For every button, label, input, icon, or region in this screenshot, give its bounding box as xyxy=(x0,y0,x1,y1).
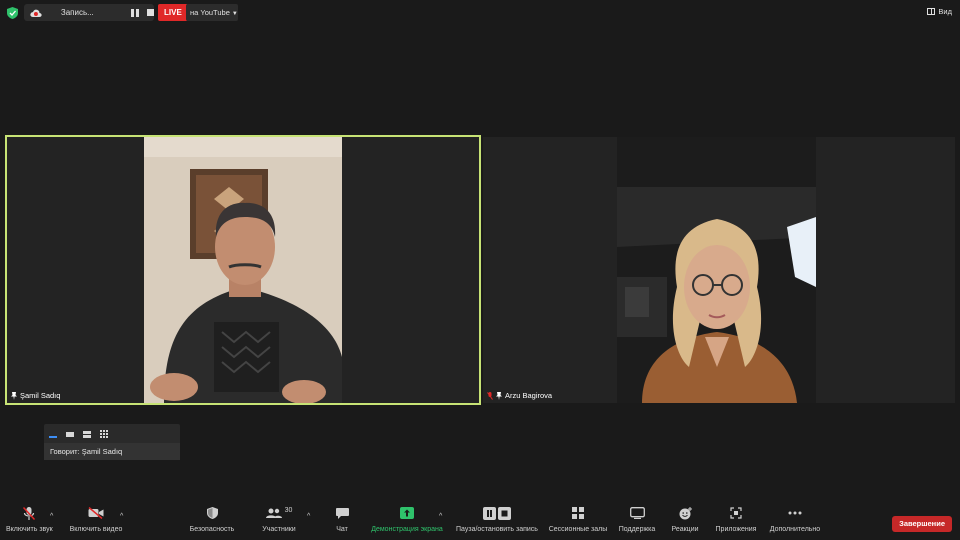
unmute-button[interactable]: Включить звук xyxy=(6,505,53,533)
pin-icon xyxy=(11,391,17,400)
pause-recording-button[interactable] xyxy=(131,8,140,17)
reactions-label: Реакции xyxy=(671,526,699,533)
participants-icon xyxy=(265,508,282,518)
stream-target-dropdown[interactable]: на YouTube ▼ xyxy=(186,4,238,21)
participants-label: Участники xyxy=(262,526,296,533)
view-button[interactable]: Вид xyxy=(927,7,952,16)
chevron-down-icon: ▼ xyxy=(231,11,238,17)
mic-muted-icon xyxy=(23,506,36,520)
grid-view-icon xyxy=(927,8,936,15)
participants-button[interactable]: 30 Участники xyxy=(261,505,297,534)
audio-options-caret[interactable]: ^ xyxy=(50,513,53,520)
pause-stop-recording-button[interactable]: Пауза/остановить запись xyxy=(454,505,540,533)
speaker-view-panel: Говорит: Şamil Sadıq xyxy=(44,424,180,460)
pin-icon xyxy=(496,391,502,400)
apps-label: Приложения xyxy=(715,526,757,533)
shield-icon[interactable] xyxy=(7,7,18,19)
more-label: Дополнительно xyxy=(769,526,821,533)
minimize-layout-icon[interactable] xyxy=(49,435,57,438)
view-label: Вид xyxy=(938,7,952,16)
breakout-rooms-button[interactable]: Сессионные залы xyxy=(548,505,608,533)
recording-label: Запись... xyxy=(60,8,94,17)
participants-count: 30 xyxy=(284,506,293,514)
recording-indicator: Запись... xyxy=(24,4,155,21)
share-options-caret[interactable]: ^ xyxy=(439,513,442,520)
apps-button[interactable]: Приложения xyxy=(714,505,758,533)
layout-switcher xyxy=(44,424,180,440)
security-label: Безопасность xyxy=(189,526,235,533)
shield-icon xyxy=(206,507,218,519)
participant-video-feed xyxy=(617,137,816,403)
reactions-button[interactable]: Реакции xyxy=(671,505,699,533)
security-button[interactable]: Безопасность xyxy=(188,505,236,533)
pause-stop-icon xyxy=(483,506,511,520)
stream-target-label: на YouTube xyxy=(190,8,230,17)
breakout-rooms-label: Сессионные залы xyxy=(548,526,608,533)
participant-name-tag: Şamil Sadıq xyxy=(11,391,60,400)
participant-name-tag: Arzu Bagirova xyxy=(487,391,552,400)
share-screen-button[interactable]: Демонстрация экрана xyxy=(370,505,444,533)
mic-muted-icon xyxy=(487,391,493,400)
live-badge[interactable]: LIVE xyxy=(158,4,188,21)
chat-label: Чат xyxy=(336,526,348,533)
smiley-icon xyxy=(679,506,692,519)
participant-name: Şamil Sadıq xyxy=(20,391,61,400)
pause-stop-recording-label: Пауза/остановить запись xyxy=(456,526,538,533)
camera-off-icon xyxy=(88,507,104,519)
share-screen-icon xyxy=(400,507,414,519)
active-speaker-label: Говорит: Şamil Sadıq xyxy=(44,443,180,460)
gallery-layout-icon[interactable] xyxy=(100,430,108,438)
participant-name: Arzu Bagirova xyxy=(505,391,553,400)
split-layout-icon[interactable] xyxy=(83,430,91,438)
end-meeting-button[interactable]: Завершение xyxy=(892,516,952,532)
chat-button[interactable]: Чат xyxy=(334,505,350,533)
video-tile-active-speaker[interactable]: Şamil Sadıq xyxy=(5,135,481,405)
apps-icon xyxy=(730,507,742,519)
support-icon xyxy=(629,507,645,519)
share-screen-label: Демонстрация экрана xyxy=(371,526,443,533)
start-video-label: Включить видео xyxy=(69,526,123,533)
cloud-record-icon xyxy=(30,9,42,17)
start-video-button[interactable]: Включить видео xyxy=(68,505,124,533)
support-button[interactable]: Поддержка xyxy=(617,505,657,533)
unmute-label: Включить звук xyxy=(6,526,53,533)
more-button[interactable]: Дополнительно xyxy=(768,505,822,533)
participant-video-feed xyxy=(144,137,342,403)
video-tile-participant[interactable]: Arzu Bagirova xyxy=(483,137,955,403)
breakout-rooms-icon xyxy=(572,507,584,519)
support-label: Поддержка xyxy=(618,526,656,533)
stop-recording-button[interactable] xyxy=(147,9,155,16)
more-icon xyxy=(788,511,802,515)
speaker-layout-icon[interactable] xyxy=(66,431,74,437)
meeting-toolbar: Включить звук ^ Включить видео ^ Безопас… xyxy=(0,505,960,540)
chat-icon xyxy=(335,507,349,519)
participants-options-caret[interactable]: ^ xyxy=(307,513,310,520)
video-options-caret[interactable]: ^ xyxy=(120,513,123,520)
